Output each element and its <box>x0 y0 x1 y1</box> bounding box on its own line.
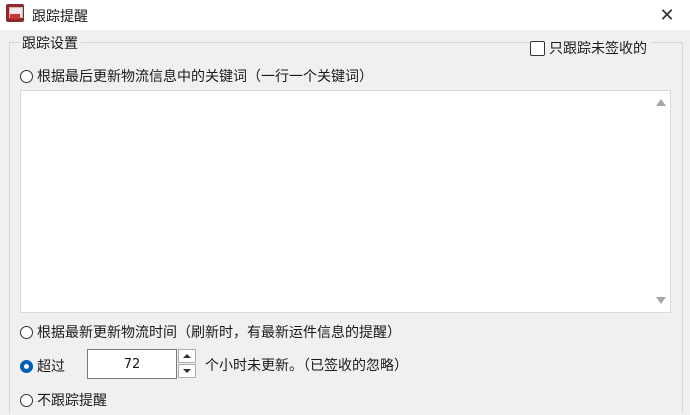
chevron-down-icon <box>183 369 191 373</box>
radio-update-time-label: 根据最新更新物流时间（刷新时，有最新运件信息的提醒） <box>37 325 401 341</box>
group-title: 跟踪设置 <box>19 33 81 53</box>
radio-keyword[interactable]: 根据最后更新物流信息中的关键词（一行一个关键词） <box>20 66 373 86</box>
only-unsigned-checkbox[interactable]: 只跟踪未签收的 <box>530 38 651 58</box>
radio-exceed[interactable]: 超过 <box>20 356 65 376</box>
hours-suffix-label: 个小时未更新。（已签收的忽略） <box>205 358 408 374</box>
radio-update-time-circle[interactable] <box>20 325 33 339</box>
hours-input[interactable]: 72 <box>87 349 177 379</box>
vertical-scrollbar[interactable] <box>653 91 670 312</box>
hours-value: 72 <box>123 356 141 372</box>
radio-no-tracking-label: 不跟踪提醒 <box>37 393 107 409</box>
close-button[interactable]: ✕ <box>644 0 690 30</box>
radio-exceed-label: 超过 <box>37 359 65 375</box>
checkbox-box[interactable] <box>530 40 545 56</box>
radio-exceed-circle[interactable] <box>20 359 33 373</box>
radio-no-tracking-circle[interactable] <box>20 393 33 407</box>
radio-keyword-label: 根据最后更新物流信息中的关键词（一行一个关键词） <box>37 69 373 85</box>
title-bar: 跟踪提醒 ✕ <box>0 0 690 30</box>
radio-no-tracking[interactable]: 不跟踪提醒 <box>20 390 107 410</box>
scroll-down-icon[interactable] <box>656 297 666 304</box>
app-icon <box>6 4 24 22</box>
keywords-textarea[interactable] <box>20 90 671 313</box>
scroll-up-icon[interactable] <box>656 99 666 106</box>
stepper-down-button[interactable] <box>178 364 196 378</box>
window-title: 跟踪提醒 <box>32 9 88 25</box>
close-icon: ✕ <box>659 4 675 26</box>
chevron-up-icon <box>183 354 191 358</box>
hours-stepper[interactable] <box>178 349 197 379</box>
radio-keyword-circle[interactable] <box>20 69 33 83</box>
radio-update-time[interactable]: 根据最新更新物流时间（刷新时，有最新运件信息的提醒） <box>20 322 401 342</box>
stepper-up-button[interactable] <box>178 349 196 363</box>
only-unsigned-label: 只跟踪未签收的 <box>549 41 647 57</box>
